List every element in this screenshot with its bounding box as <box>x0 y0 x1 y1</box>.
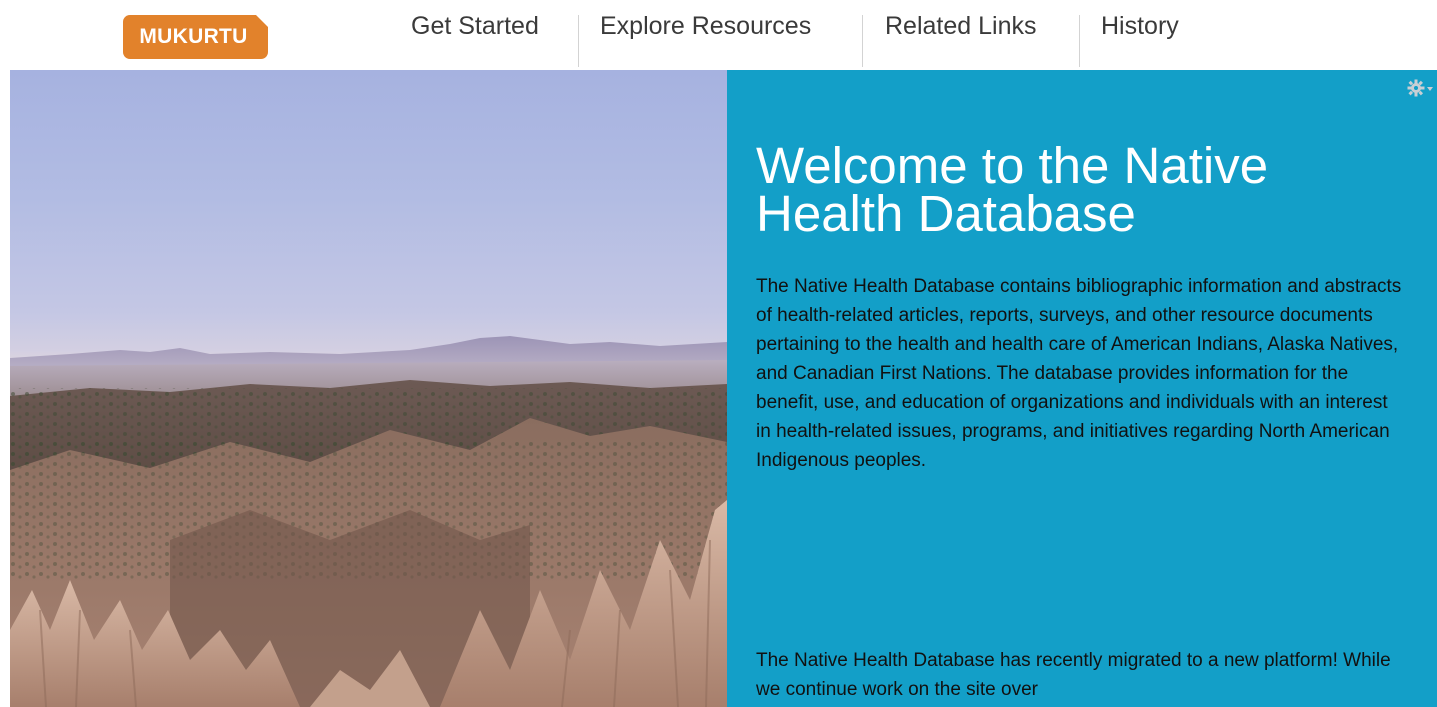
nav-divider <box>1079 15 1080 67</box>
nav-get-started[interactable]: Get Started <box>411 12 539 41</box>
gear-icon-graphic <box>1407 79 1433 97</box>
gear-icon[interactable] <box>1407 78 1433 98</box>
site-header: MUKURTU Get Started Explore Resources Re… <box>0 0 1437 70</box>
nav-divider <box>578 15 579 67</box>
mukurtu-logo[interactable]: MUKURTU <box>123 15 268 59</box>
intro-paragraph: The Native Health Database contains bibl… <box>756 276 1402 471</box>
logo-corner <box>256 15 268 27</box>
nav-explore-resources[interactable]: Explore Resources <box>600 12 811 41</box>
logo-text: MUKURTU <box>139 25 248 48</box>
migration-notice: The Native Health Database has recently … <box>756 650 1391 700</box>
page-title: Welcome to the Native Health Database <box>756 137 1269 242</box>
landscape-image <box>10 336 727 707</box>
welcome-panel: Welcome to the Native Health Database Th… <box>727 70 1437 707</box>
nav-divider <box>862 15 863 67</box>
page: MUKURTU Get Started Explore Resources Re… <box>0 0 1437 707</box>
hero-landscape-image <box>10 70 727 707</box>
nav-related-links[interactable]: Related Links <box>885 12 1036 41</box>
nav-history[interactable]: History <box>1101 12 1179 41</box>
